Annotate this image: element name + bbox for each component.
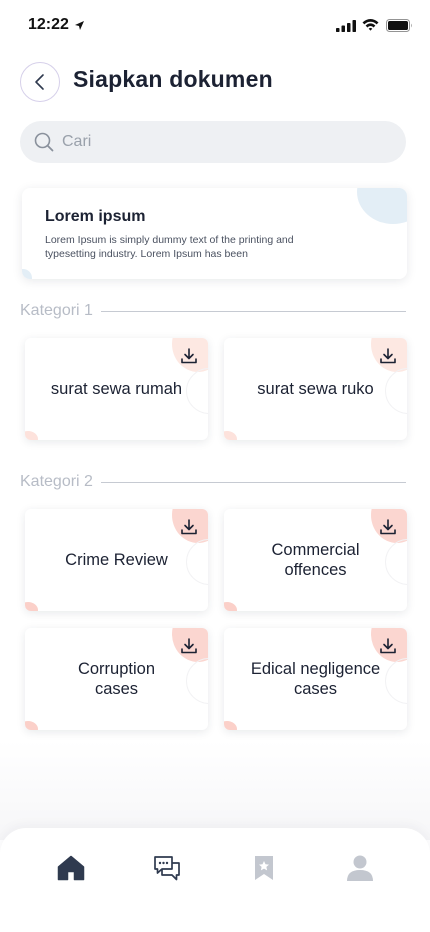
home-icon: [57, 855, 85, 881]
document-card-edical-negligence-cases[interactable]: Edical negligence cases: [224, 628, 407, 730]
info-card-body: Lorem Ipsum is simply dummy text of the …: [45, 234, 294, 260]
category-label: Kategori 1: [20, 302, 93, 319]
document-card-label: Commercial offences: [271, 541, 360, 579]
back-button[interactable]: [20, 62, 60, 102]
search-icon: [34, 132, 54, 152]
document-card-surat-sewa-ruko[interactable]: surat sewa ruko: [224, 338, 407, 440]
wifi-icon: [362, 19, 379, 31]
search-bar[interactable]: [20, 121, 406, 163]
info-card-title: Lorem ipsum: [45, 208, 146, 225]
document-card-corruption-cases[interactable]: Corruption cases: [25, 628, 208, 730]
search-input[interactable]: [62, 133, 382, 151]
cellular-signal-icon: [336, 20, 356, 32]
decorative-blob: [357, 188, 407, 224]
bookmark-icon: [255, 856, 273, 880]
nav-home-button[interactable]: [49, 850, 93, 886]
nav-chat-button[interactable]: [145, 850, 189, 886]
info-card[interactable]: Lorem ipsum Lorem Ipsum is simply dummy …: [22, 188, 407, 279]
profile-icon: [347, 855, 373, 881]
document-card-surat-sewa-rumah[interactable]: surat sewa rumah: [25, 338, 208, 440]
category-heading-2: Kategori 2: [20, 473, 406, 491]
document-card-label: Edical negligence cases: [250, 660, 381, 698]
document-card-label: Crime Review: [65, 551, 168, 569]
location-arrow-icon: [75, 21, 84, 30]
page-title: Siapkan dokumen: [73, 66, 273, 92]
chevron-left-icon: [35, 74, 44, 90]
bottom-nav: [0, 828, 430, 932]
decorative-blob: [22, 269, 32, 279]
divider: [100, 481, 406, 483]
document-card-commercial-offences[interactable]: Commercial offences: [224, 509, 407, 611]
nav-bookmark-button[interactable]: [242, 850, 286, 886]
document-card-label: surat sewa rumah: [50, 380, 183, 398]
chat-icon: [154, 855, 180, 880]
status-time: 12:22: [28, 16, 69, 33]
status-bar: 12:22: [0, 0, 430, 50]
document-card-crime-review[interactable]: Crime Review: [25, 509, 208, 611]
battery-icon: [386, 19, 412, 32]
category-label: Kategori 2: [20, 473, 93, 490]
document-card-label: Corruption cases: [77, 660, 156, 698]
document-card-label: surat sewa ruko: [257, 380, 374, 398]
category-heading-1: Kategori 1: [20, 302, 406, 320]
bottom-fade: [0, 740, 430, 840]
divider: [100, 310, 406, 312]
nav-profile-button[interactable]: [338, 850, 382, 886]
